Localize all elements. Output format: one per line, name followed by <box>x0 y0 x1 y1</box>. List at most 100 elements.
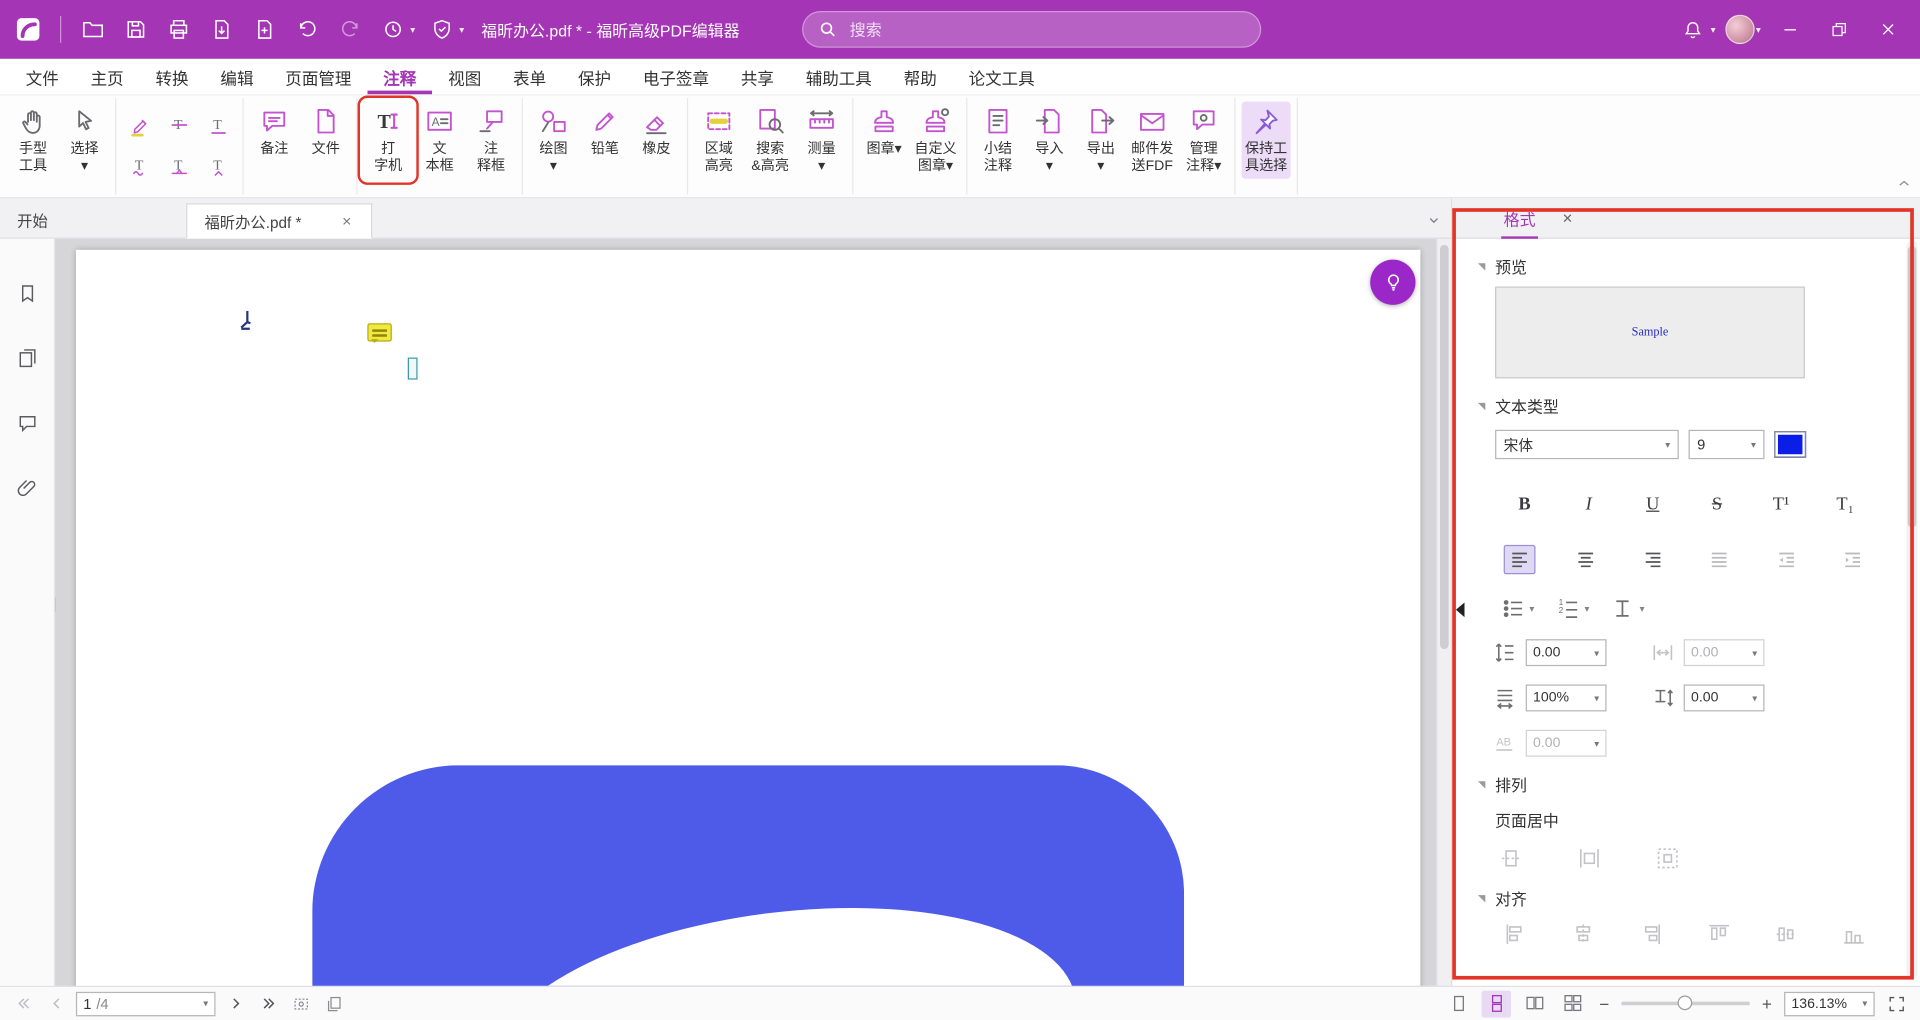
decrease-indent-button[interactable] <box>1770 545 1802 574</box>
fullscreen-icon[interactable] <box>1883 990 1910 1017</box>
align-justify-button[interactable] <box>1703 545 1735 574</box>
highlight-button[interactable] <box>122 107 158 144</box>
eraser-button[interactable]: 橡皮 <box>632 102 681 162</box>
menu-tab-share[interactable]: 共享 <box>725 59 790 95</box>
menu-tab-protect[interactable]: 保护 <box>562 59 627 95</box>
last-page-button[interactable] <box>255 990 282 1017</box>
previous-page-button[interactable] <box>43 990 70 1017</box>
document-vertical-scrollbar[interactable] <box>1436 239 1451 986</box>
menu-tab-form[interactable]: 表单 <box>497 59 562 95</box>
keep-tool-selected-button[interactable]: 保持工 具选择 <box>1242 102 1291 179</box>
continuous-view-button[interactable] <box>1482 990 1511 1017</box>
char-spacing-input[interactable]: 0.00 ▾ <box>1684 639 1765 666</box>
italic-button[interactable]: I <box>1573 489 1605 521</box>
bookmarks-icon[interactable] <box>10 276 44 310</box>
font-family-select[interactable]: 宋体 ▾ <box>1495 430 1679 459</box>
align-right-button[interactable] <box>1637 545 1669 574</box>
search-input[interactable] <box>847 19 1245 40</box>
superscript-button[interactable]: T¹ <box>1765 489 1797 521</box>
minimize-button[interactable] <box>1771 11 1810 48</box>
bold-button[interactable]: B <box>1509 489 1541 521</box>
scrollbar-thumb[interactable] <box>1908 246 1917 528</box>
redo-icon[interactable] <box>334 13 366 45</box>
menu-tab-comment[interactable]: 注释 <box>367 59 432 95</box>
create-pdf-icon[interactable] <box>249 13 281 45</box>
file-attachment-button[interactable]: 文件 <box>301 102 350 162</box>
export-pdf-icon[interactable] <box>206 13 238 45</box>
tab-start[interactable]: 开始 <box>0 202 186 238</box>
underline-text-button[interactable]: T <box>201 107 237 144</box>
section-align-header[interactable]: 对齐 <box>1478 887 1920 910</box>
note-button[interactable]: 备注 <box>250 102 299 162</box>
email-fdf-button[interactable]: 邮件发 送FDF <box>1128 102 1177 179</box>
collapse-ribbon-icon[interactable] <box>1896 175 1913 192</box>
center-horizontally-button[interactable] <box>1499 846 1523 870</box>
measure-button[interactable]: 测量 ▾ <box>797 102 846 179</box>
center-vertically-button[interactable] <box>1577 846 1601 870</box>
pages-thumbnail-icon[interactable] <box>10 340 44 374</box>
pencil-button[interactable]: 铅笔 <box>580 102 629 162</box>
collapse-panel-handle[interactable] <box>1456 602 1465 617</box>
numbered-list-dropdown[interactable]: 12 ▾ <box>1556 596 1589 620</box>
page-number-input[interactable]: 1 /4 ▾ <box>76 991 216 1015</box>
sticky-note-annotation[interactable] <box>367 323 391 341</box>
manage-comments-button[interactable]: 管理 注释▾ <box>1179 102 1228 179</box>
panel-scrollbar[interactable] <box>1907 241 1918 978</box>
tab-document[interactable]: 福昕办公.pdf * × <box>186 203 372 239</box>
word-spacing-input[interactable]: 0.00 ▾ <box>1526 730 1607 757</box>
zoom-in-button[interactable]: + <box>1758 994 1775 1014</box>
print-icon[interactable] <box>163 13 195 45</box>
stamp-button[interactable]: 图章▾ <box>860 102 909 162</box>
section-arrange-header[interactable]: 排列 <box>1478 773 1920 796</box>
menu-tab-file[interactable]: 文件 <box>10 59 75 95</box>
first-page-button[interactable] <box>10 990 37 1017</box>
summarize-comments-button[interactable]: 小结 注释 <box>973 102 1022 179</box>
menu-tab-paper-tools[interactable]: 论文工具 <box>953 59 1051 95</box>
line-spacing-input[interactable]: 0.00 ▾ <box>1526 639 1607 666</box>
align-center-button[interactable] <box>1570 545 1602 574</box>
strikethrough-button[interactable]: S <box>1701 489 1733 521</box>
global-search[interactable] <box>802 11 1261 48</box>
font-color-swatch[interactable] <box>1774 431 1806 458</box>
comments-panel-icon[interactable] <box>10 405 44 439</box>
scrollbar-thumb[interactable] <box>1440 245 1449 649</box>
horizontal-scale-input[interactable]: 100% ▾ <box>1526 684 1607 711</box>
center-both-button[interactable] <box>1656 846 1680 870</box>
menu-tab-edit[interactable]: 编辑 <box>204 59 269 95</box>
search-and-highlight-button[interactable]: 搜索 &高亮 <box>746 102 795 179</box>
protection-dropdown[interactable]: ▾ <box>426 13 464 45</box>
textbox-button[interactable]: A文 本框 <box>415 102 464 179</box>
select-tool-button[interactable]: 选择 ▾ <box>60 102 109 179</box>
subscript-button[interactable]: T₁ <box>1829 489 1861 521</box>
align-objects-center-button[interactable] <box>1571 922 1595 946</box>
replace-text-button[interactable]: T <box>162 147 198 184</box>
panel-close-icon[interactable]: × <box>1558 208 1578 228</box>
pdf-page[interactable] <box>76 250 1420 986</box>
zoom-slider-knob[interactable] <box>1678 996 1693 1011</box>
increase-indent-button[interactable] <box>1837 545 1869 574</box>
bullet-list-dropdown[interactable]: ▾ <box>1501 596 1534 620</box>
save-icon[interactable] <box>120 13 152 45</box>
single-page-view-button[interactable] <box>1444 990 1473 1017</box>
typewriter-button[interactable]: T打 字机 <box>364 102 413 179</box>
close-tab-icon[interactable]: × <box>340 212 354 230</box>
snapshot-icon[interactable] <box>288 990 315 1017</box>
assistant-lightbulb-button[interactable] <box>1370 260 1415 305</box>
menu-tab-convert[interactable]: 转换 <box>140 59 205 95</box>
import-comments-button[interactable]: 导入 ▾ <box>1025 102 1074 179</box>
align-objects-middle-button[interactable] <box>1774 922 1798 946</box>
tab-list-chevron-icon[interactable] <box>1427 213 1442 228</box>
font-size-select[interactable]: 9 ▾ <box>1689 430 1765 459</box>
align-objects-top-button[interactable] <box>1706 922 1730 946</box>
menu-tab-home[interactable]: 主页 <box>75 59 140 95</box>
menu-tab-esign[interactable]: 电子签章 <box>627 59 725 95</box>
baseline-offset-input[interactable]: 0.00 ▾ <box>1684 684 1765 711</box>
document-viewport[interactable] <box>55 239 1451 986</box>
underline-button[interactable]: U <box>1637 489 1669 521</box>
callout-button[interactable]: 注 释框 <box>467 102 516 179</box>
quick-tools-dropdown[interactable]: ▾ <box>377 13 415 45</box>
tab-format[interactable]: 格式 <box>1501 198 1538 238</box>
copy-pages-icon[interactable] <box>321 990 348 1017</box>
attachments-icon[interactable] <box>10 470 44 504</box>
menu-tab-organize[interactable]: 页面管理 <box>269 59 367 95</box>
